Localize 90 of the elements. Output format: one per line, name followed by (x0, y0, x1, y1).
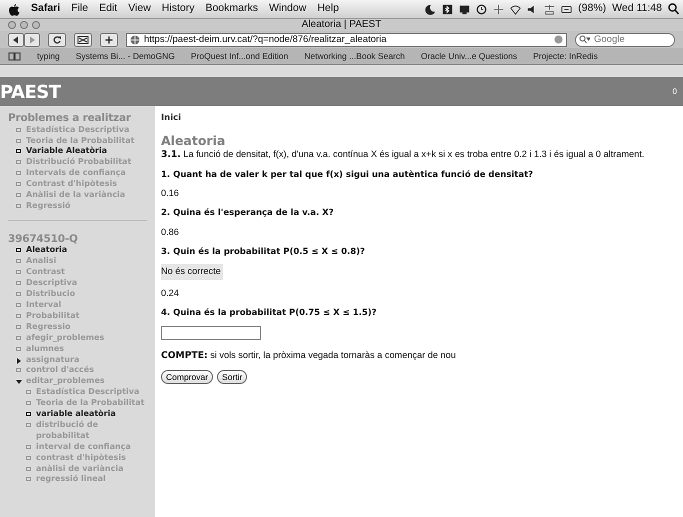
site-name[interactable]: PAEST (0, 79, 61, 106)
form-button[interactable]: Comprovar (161, 370, 214, 384)
sidebar-link[interactable]: contrast d'hipòtesis (26, 452, 147, 464)
minimize-button[interactable] (20, 21, 28, 29)
bookmark-link[interactable]: Oracle Univ...e Questions (420, 50, 518, 62)
sidebar-link[interactable]: Contrast d'hipòtesis (16, 179, 147, 190)
bookmark-link[interactable]: Systems Bi... - DemoGNG (76, 50, 175, 62)
bookmark-link[interactable]: typing (37, 50, 60, 62)
sidebar-link[interactable]: Estadística Descriptiva (16, 124, 147, 136)
add-bookmark-button[interactable] (100, 32, 118, 46)
answer-text: 0.16 (161, 187, 180, 200)
reload-icon (554, 35, 563, 44)
sidebar-link[interactable]: anàlisi de variància (26, 464, 147, 474)
snippet-button[interactable] (74, 32, 92, 46)
sidebar-link[interactable]: interval de confiança (26, 442, 147, 453)
feedback-message: No és correcte (161, 264, 223, 280)
display-icon[interactable] (459, 4, 470, 14)
answer-text: 0.24 (161, 287, 180, 300)
globe-icon (130, 34, 140, 44)
sidebar-heading: 39674510-Q (8, 232, 79, 246)
sidebar-link[interactable]: alumnes (16, 344, 147, 354)
sidebar-link[interactable]: variable aleatòria (26, 409, 147, 420)
sidebar-link[interactable]: Probabilitat (16, 310, 147, 322)
warning-text: COMPTE: si vols sortir, la pròxima vegada tornaràs a començar de nou (161, 348, 457, 363)
wifi-icon[interactable] (510, 4, 522, 14)
breadcrumb-link[interactable]: Inici (161, 112, 677, 125)
search-input[interactable]: Google (594, 34, 664, 46)
menu-item[interactable]: View (128, 1, 151, 17)
question-text: 3. Quin és la probabilitat P(0.5 ≤ X ≤ 0.8)? (161, 246, 366, 258)
header-counter: 0 (672, 86, 677, 98)
close-button[interactable] (8, 21, 16, 29)
moon-icon[interactable] (425, 4, 436, 14)
sidebar-link[interactable]: Analisi (16, 256, 147, 268)
menu-item[interactable]: Window (268, 1, 306, 17)
sidebar-link[interactable]: Teoria de la Probabilitat (16, 136, 147, 146)
page-title: Aleatoria (161, 132, 226, 148)
bookmark-link[interactable]: Projecte: InRedis (533, 50, 598, 62)
sidebar-link[interactable]: Distribucio (16, 289, 147, 300)
sidebar-link[interactable]: Aleatoria (16, 245, 147, 256)
forward-button[interactable] (24, 32, 40, 46)
sidebar-link[interactable]: assignatura (16, 354, 147, 366)
sidebar-heading: Problemes a realitzar (8, 112, 132, 125)
battery-percent: (98%) (578, 1, 606, 16)
menu-clock[interactable]: Wed 11:48 (612, 1, 662, 17)
clock-icon[interactable] (476, 4, 488, 14)
question-text: 1. Quant ha de valer k per tal que f(x) sigui una autèntica funció de densitat? (161, 168, 534, 182)
sidebar-link[interactable]: Teoria de la Probabilitat (26, 398, 147, 410)
menu-item[interactable]: File (71, 1, 88, 17)
sidebar-link[interactable]: control d'accés (16, 365, 147, 376)
answer-field[interactable] (161, 326, 261, 340)
sidebar-link[interactable]: Distribució Probabilitat (16, 157, 147, 168)
battery-icon[interactable] (561, 4, 572, 14)
sidebar-link[interactable]: Regressió (16, 200, 147, 212)
question-text: 4. Quina és la probabilitat P(0.75 ≤ X ≤ 1.5)? (161, 306, 378, 320)
menu-item[interactable]: History (162, 1, 194, 17)
reload-button[interactable] (48, 32, 66, 46)
zoom-button[interactable] (32, 21, 40, 29)
url-text: https://paest-deim.urv.cat/?q=node/876/realitzar_aleatoria (144, 34, 386, 46)
collapsed-triangle-icon (16, 358, 22, 364)
sidebar-link[interactable]: Regressio (16, 322, 147, 333)
bluetooth-icon[interactable] (442, 4, 454, 14)
sidebar-link[interactable]: Anàlisi de la variància (16, 190, 147, 201)
book-icon[interactable] (8, 52, 21, 60)
sidebar-link[interactable]: Intervals de confiança (16, 168, 147, 180)
sidebar-link[interactable]: Contrast (16, 267, 147, 278)
menu-item[interactable]: Bookmarks (205, 1, 258, 17)
window-title: Aleatoria | PAEST (300, 19, 382, 31)
question-text: 2. Quina és l'esperança de la v.a. X? (161, 207, 335, 220)
sidebar-link[interactable]: Estadística Descriptiva (26, 387, 147, 398)
bookmark-link[interactable]: Networking ...Book Search (304, 50, 405, 62)
bookmark-link[interactable]: ProQuest Inf...ond Edition (190, 50, 288, 62)
form-button[interactable]: Sortir (217, 370, 248, 384)
apple-logo-icon[interactable] (8, 2, 20, 16)
sidebar-link[interactable]: Descriptiva (16, 278, 147, 290)
sidebar-link[interactable]: afegir_problemes (16, 332, 147, 344)
search-field[interactable]: Google (575, 32, 675, 46)
sidebar-link[interactable]: Variable Aleatòria (16, 146, 147, 158)
sidebar-link[interactable]: editar_problemes (16, 376, 147, 388)
sidebar-link[interactable]: regressió lineal (26, 474, 147, 486)
back-button[interactable] (8, 32, 24, 46)
problem-statement: 3.1. La funció de densitat, f(x), d'una v.a. contínua X és igual a x+k si x es troba entre 0.2 i 1.3 i és igual a 0 altrament. (161, 148, 646, 162)
search-icon (579, 35, 590, 44)
answer-text: 0.86 (161, 226, 180, 239)
menu-item[interactable]: Edit (99, 1, 118, 17)
search-icon[interactable] (668, 3, 679, 15)
menu-item[interactable]: Safari (31, 1, 60, 17)
expanded-triangle-icon (16, 379, 22, 386)
sidebar-link[interactable]: Interval (16, 300, 147, 311)
address-field[interactable]: https://paest-deim.urv.cat/?q=node/876/realitzar_aleatoria (126, 32, 567, 46)
menu-item[interactable]: Help (317, 1, 339, 17)
